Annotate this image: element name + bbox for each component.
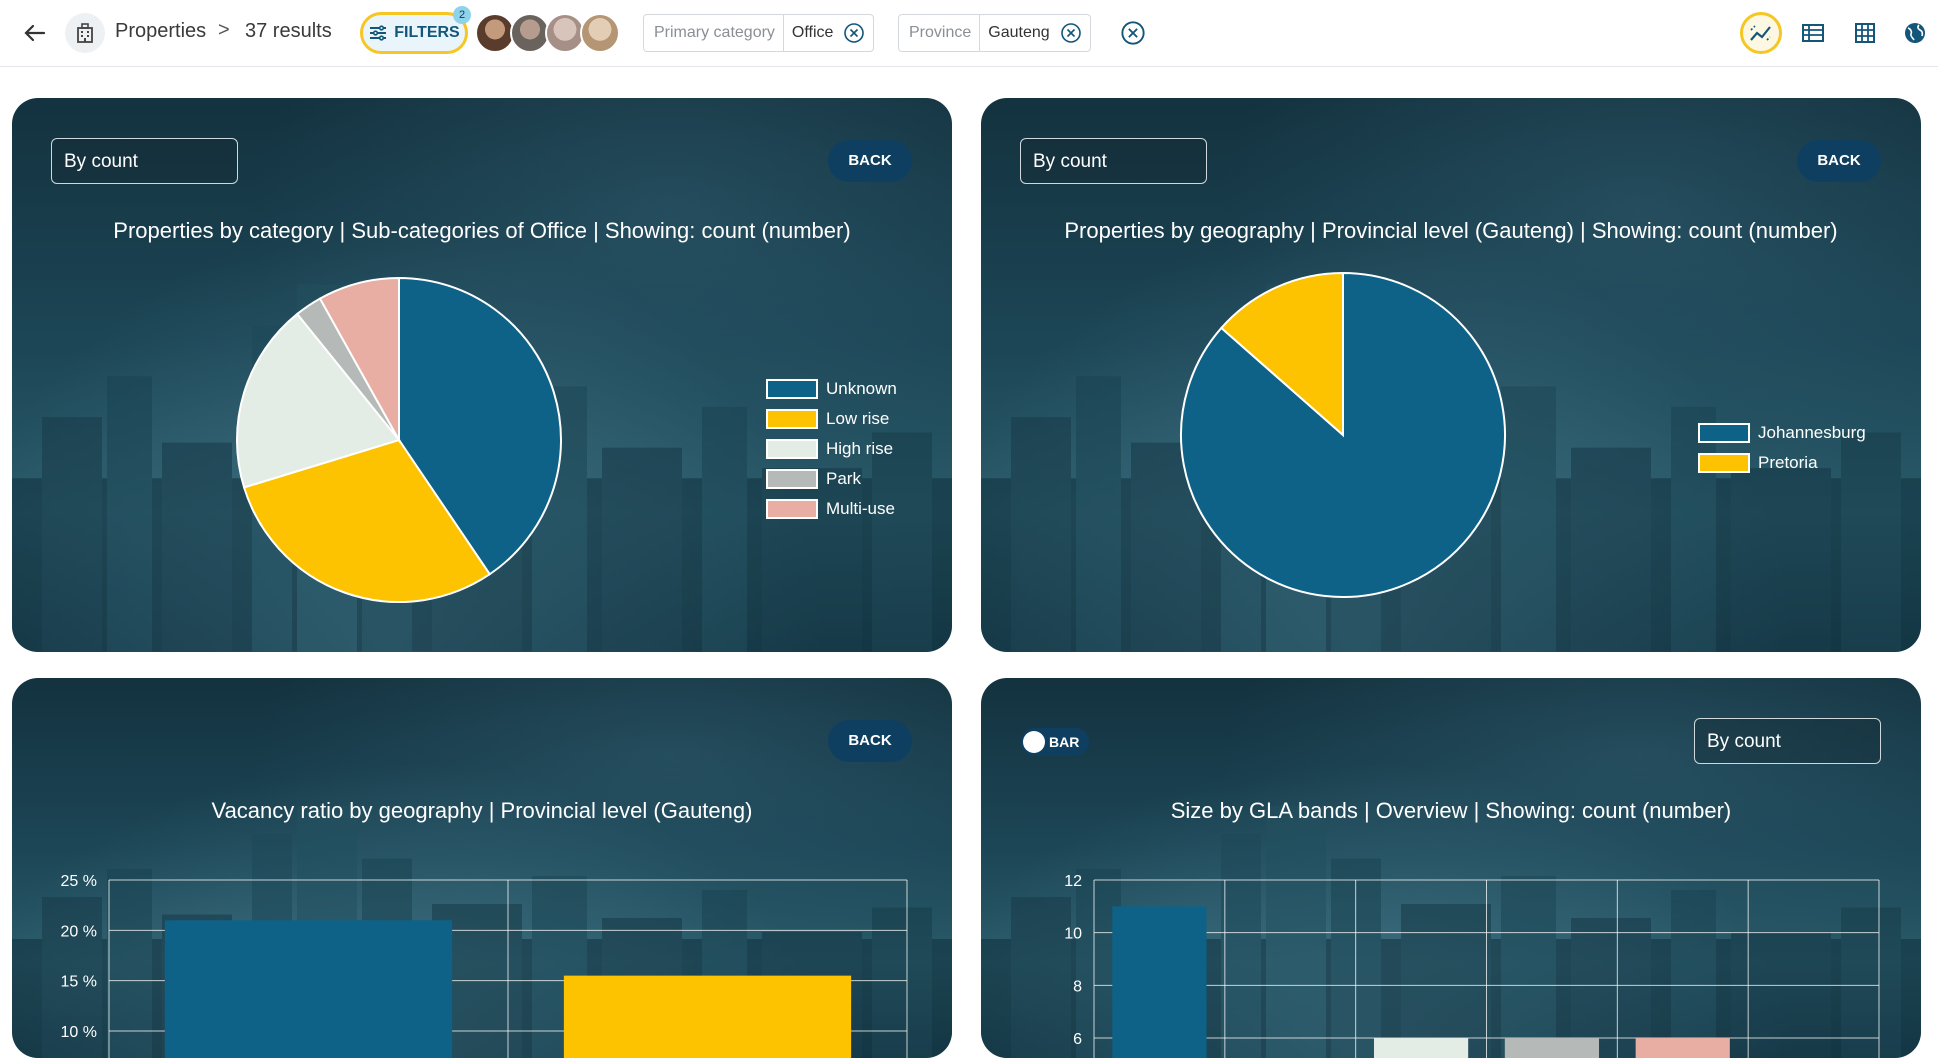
legend-swatch bbox=[766, 439, 818, 459]
legend-label: Pretoria bbox=[1758, 453, 1818, 472]
avatar-2[interactable] bbox=[510, 13, 550, 53]
sliders-icon bbox=[370, 25, 387, 41]
back-arrow-icon[interactable] bbox=[20, 18, 50, 48]
bar-pretoria[interactable] bbox=[563, 975, 852, 1058]
bar-band-1[interactable] bbox=[1112, 906, 1207, 1058]
legend-item-low-rise[interactable]: Low rise bbox=[766, 404, 897, 434]
y-tick-label: 25 % bbox=[61, 873, 97, 890]
clear-all-filters-icon[interactable] bbox=[1120, 20, 1146, 46]
toggle-knob bbox=[1023, 731, 1045, 753]
breadcrumb-properties[interactable]: Properties bbox=[115, 20, 206, 43]
filters-button[interactable]: FILTERS bbox=[360, 12, 468, 54]
category-pie-chart[interactable] bbox=[232, 273, 582, 623]
chip-value: Gauteng bbox=[988, 24, 1050, 41]
chip-key: Province bbox=[899, 15, 981, 51]
legend-swatch bbox=[1698, 423, 1750, 443]
chip-key: Primary category bbox=[644, 15, 784, 51]
table-list-icon[interactable] bbox=[1792, 12, 1834, 54]
legend-item-pretoria[interactable]: Pretoria bbox=[1698, 448, 1866, 478]
chart-title: Properties by geography | Provincial lev… bbox=[1064, 218, 1838, 243]
bar-toggle[interactable]: BAR bbox=[1021, 728, 1089, 756]
chip-value: Office bbox=[791, 24, 834, 41]
bar-band-3[interactable] bbox=[1373, 1038, 1469, 1058]
bar-johannesburg[interactable] bbox=[164, 920, 453, 1058]
results-count: 37 results bbox=[245, 20, 332, 42]
legend-label: Park bbox=[826, 469, 861, 488]
legend-label: Unknown bbox=[826, 379, 897, 398]
legend-label: Low rise bbox=[826, 409, 890, 428]
legend-label: High rise bbox=[826, 439, 894, 458]
y-tick-label: 15 % bbox=[61, 974, 97, 991]
legend-swatch bbox=[1698, 453, 1750, 473]
grid-icon[interactable] bbox=[1844, 12, 1886, 54]
building-icon[interactable] bbox=[65, 13, 105, 53]
back-button[interactable]: BACK bbox=[828, 720, 912, 762]
geography-legend: Johannesburg Pretoria bbox=[1698, 418, 1866, 478]
avatar-4[interactable] bbox=[580, 13, 620, 53]
remove-filter-icon[interactable] bbox=[843, 22, 865, 44]
y-tick-label: 20 % bbox=[61, 923, 97, 940]
measure-select[interactable]: By count bbox=[51, 138, 238, 184]
avatar-3[interactable] bbox=[545, 13, 585, 53]
filters-label: FILTERS bbox=[394, 24, 460, 41]
measure-select[interactable]: By count bbox=[1020, 138, 1207, 184]
back-button[interactable]: BACK bbox=[828, 140, 912, 182]
legend-item-johannesburg[interactable]: Johannesburg bbox=[1698, 418, 1866, 448]
legend-item-unknown[interactable]: Unknown bbox=[766, 374, 897, 404]
legend-swatch bbox=[766, 499, 818, 519]
chart-title: Properties by category | Sub-categories … bbox=[113, 218, 851, 243]
geography-chart-panel: By count BACK Properties by geography | … bbox=[981, 98, 1921, 652]
toggle-label: BAR bbox=[1049, 734, 1080, 750]
geography-pie-chart[interactable] bbox=[1176, 268, 1526, 618]
y-tick-label: 10 bbox=[1064, 926, 1082, 943]
back-button[interactable]: BACK bbox=[1797, 140, 1881, 182]
chart-title: Size by GLA bands | Overview | Showing: … bbox=[1170, 798, 1732, 823]
vacancy-chart-panel: BACK Vacancy ratio by geography | Provin… bbox=[12, 678, 952, 1058]
legend-swatch bbox=[766, 379, 818, 399]
y-tick-label: 6 bbox=[1073, 1031, 1082, 1048]
legend-label: Johannesburg bbox=[1758, 423, 1866, 442]
filter-chip-province: Province Gauteng bbox=[898, 14, 1091, 52]
bar-band-4[interactable] bbox=[1504, 1038, 1600, 1058]
category-legend: Unknown Low rise High rise Park Multi-use bbox=[766, 374, 897, 524]
legend-item-multi-use[interactable]: Multi-use bbox=[766, 494, 897, 524]
gla-chart-panel: BAR By count Size by GLA bands | Overvie… bbox=[981, 678, 1921, 1058]
legend-item-high-rise[interactable]: High rise bbox=[766, 434, 897, 464]
remove-filter-icon[interactable] bbox=[1060, 22, 1082, 44]
legend-label: Multi-use bbox=[826, 499, 895, 518]
y-tick-label: 8 bbox=[1073, 978, 1082, 995]
y-tick-label: 10 % bbox=[61, 1024, 97, 1041]
y-tick-label: 12 bbox=[1064, 873, 1082, 890]
legend-swatch bbox=[766, 409, 818, 429]
vacancy-bar-chart[interactable]: 25 % 20 % 15 % 10 % bbox=[12, 828, 952, 1058]
globe-icon[interactable] bbox=[1894, 12, 1936, 54]
top-bar: Properties > 37 results FILTERS 2 Primar… bbox=[0, 0, 1938, 67]
breadcrumb-separator: > bbox=[218, 19, 230, 41]
bar-band-5[interactable] bbox=[1635, 1038, 1730, 1058]
legend-item-park[interactable]: Park bbox=[766, 464, 897, 494]
measure-select[interactable]: By count bbox=[1694, 718, 1881, 764]
filter-chip-primary-category: Primary category Office bbox=[643, 14, 875, 52]
chart-title: Vacancy ratio by geography | Provincial … bbox=[211, 798, 753, 823]
filters-count-badge: 2 bbox=[453, 6, 471, 24]
chart-line-icon[interactable] bbox=[1740, 12, 1782, 54]
avatar-1[interactable] bbox=[475, 13, 515, 53]
category-chart-panel: By count BACK Properties by category | S… bbox=[12, 98, 952, 652]
legend-swatch bbox=[766, 469, 818, 489]
gla-bar-chart[interactable]: 12 10 8 6 bbox=[981, 828, 1921, 1058]
